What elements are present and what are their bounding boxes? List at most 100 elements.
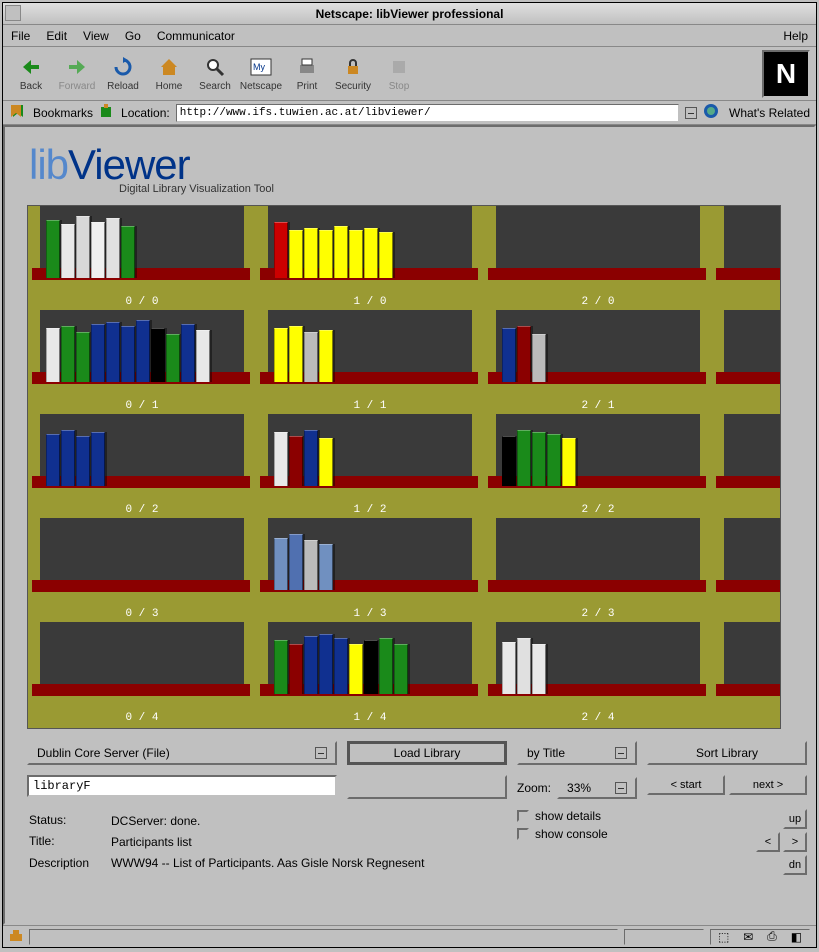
- book[interactable]: [289, 534, 303, 590]
- book[interactable]: [151, 328, 165, 382]
- book[interactable]: [274, 222, 288, 278]
- menu-view[interactable]: View: [83, 29, 109, 43]
- shelf-cell[interactable]: 1 / 4: [256, 622, 484, 726]
- book[interactable]: [46, 220, 60, 278]
- book[interactable]: [61, 224, 75, 278]
- book[interactable]: [364, 228, 378, 278]
- netscape-logo[interactable]: N: [762, 50, 810, 98]
- window-menu-icon[interactable]: [5, 5, 21, 21]
- book[interactable]: [532, 644, 546, 694]
- stop-button[interactable]: Stop: [377, 50, 421, 98]
- whats-related-button[interactable]: What's Related: [729, 106, 810, 120]
- book[interactable]: [106, 218, 120, 278]
- book[interactable]: [289, 230, 303, 278]
- server-select[interactable]: Dublin Core Server (File): [27, 741, 337, 765]
- book[interactable]: [304, 430, 318, 486]
- shelf-cell[interactable]: 2 / 3: [484, 518, 712, 622]
- book[interactable]: [562, 438, 576, 486]
- book[interactable]: [274, 538, 288, 590]
- shelf-viewport[interactable]: 0 / 01 / 02 / 00 / 11 / 12 / 10 / 21 / 2…: [27, 205, 781, 729]
- show-console-checkbox[interactable]: [517, 828, 529, 840]
- shelf-cell[interactable]: 2 / 2: [484, 414, 712, 518]
- book[interactable]: [304, 228, 318, 278]
- book[interactable]: [334, 226, 348, 278]
- shelf-cell[interactable]: 2 / 4: [484, 622, 712, 726]
- book[interactable]: [304, 332, 318, 382]
- menu-communicator[interactable]: Communicator: [157, 29, 235, 43]
- book[interactable]: [394, 644, 408, 694]
- bookmarks-label[interactable]: Bookmarks: [33, 106, 93, 120]
- book[interactable]: [274, 432, 288, 486]
- component-bar[interactable]: ⬚✉⎙◧: [710, 929, 810, 945]
- book[interactable]: [91, 432, 105, 486]
- book[interactable]: [304, 636, 318, 694]
- shelf-cell[interactable]: [712, 310, 781, 414]
- shelf-cell[interactable]: [712, 518, 781, 622]
- menu-go[interactable]: Go: [125, 29, 141, 43]
- book[interactable]: [106, 322, 120, 382]
- forward-button[interactable]: Forward: [55, 50, 99, 98]
- book[interactable]: [61, 326, 75, 382]
- next-button[interactable]: next >: [729, 775, 807, 795]
- book[interactable]: [274, 640, 288, 694]
- shelf-cell[interactable]: 1 / 2: [256, 414, 484, 518]
- shelf-cell[interactable]: 1 / 0: [256, 206, 484, 310]
- url-dropdown-icon[interactable]: [685, 107, 697, 119]
- bookmark-icon[interactable]: [9, 103, 27, 122]
- nav-down-button[interactable]: dn: [783, 855, 807, 875]
- load-library-button[interactable]: Load Library: [347, 741, 507, 765]
- back-button[interactable]: Back: [9, 50, 53, 98]
- book[interactable]: [91, 324, 105, 382]
- book[interactable]: [379, 232, 393, 278]
- start-button[interactable]: < start: [647, 775, 725, 795]
- zoom-select[interactable]: 33%: [557, 777, 637, 799]
- book[interactable]: [379, 638, 393, 694]
- comp-icon-4[interactable]: ◧: [791, 930, 802, 944]
- sort-by-select[interactable]: by Title: [517, 741, 637, 765]
- library-filename-input[interactable]: libraryF: [27, 775, 337, 797]
- shelf-cell[interactable]: 1 / 3: [256, 518, 484, 622]
- shelf-cell[interactable]: 0 / 0: [28, 206, 256, 310]
- statusbar-icon[interactable]: [9, 928, 23, 945]
- shelf-cell[interactable]: 1 / 1: [256, 310, 484, 414]
- book[interactable]: [76, 436, 90, 486]
- print-button[interactable]: Print: [285, 50, 329, 98]
- book[interactable]: [532, 334, 546, 382]
- book[interactable]: [364, 640, 378, 694]
- book[interactable]: [121, 326, 135, 382]
- url-input[interactable]: [176, 104, 679, 122]
- book[interactable]: [532, 432, 546, 486]
- book[interactable]: [517, 638, 531, 694]
- shelf-cell[interactable]: 2 / 1: [484, 310, 712, 414]
- book[interactable]: [181, 324, 195, 382]
- home-button[interactable]: Home: [147, 50, 191, 98]
- shelf-cell[interactable]: 0 / 2: [28, 414, 256, 518]
- security-button[interactable]: Security: [331, 50, 375, 98]
- book[interactable]: [349, 644, 363, 694]
- shelf-cell[interactable]: [712, 206, 781, 310]
- book[interactable]: [166, 334, 180, 382]
- related-icon[interactable]: [703, 103, 723, 122]
- shelf-cell[interactable]: [712, 622, 781, 726]
- shelf-cell[interactable]: 0 / 4: [28, 622, 256, 726]
- book[interactable]: [304, 540, 318, 590]
- book[interactable]: [76, 216, 90, 278]
- book[interactable]: [502, 436, 516, 486]
- book[interactable]: [517, 430, 531, 486]
- book[interactable]: [502, 642, 516, 694]
- book[interactable]: [334, 638, 348, 694]
- book[interactable]: [46, 328, 60, 382]
- nav-up-button[interactable]: up: [783, 809, 807, 829]
- reload-button[interactable]: Reload: [101, 50, 145, 98]
- book[interactable]: [46, 434, 60, 486]
- book[interactable]: [121, 226, 135, 278]
- titlebar[interactable]: Netscape: libViewer professional: [3, 3, 816, 25]
- blank-button[interactable]: [347, 775, 507, 799]
- menu-help[interactable]: Help: [783, 29, 808, 43]
- search-button[interactable]: Search: [193, 50, 237, 98]
- book[interactable]: [289, 436, 303, 486]
- book[interactable]: [319, 634, 333, 694]
- book[interactable]: [289, 326, 303, 382]
- shelf-cell[interactable]: [712, 414, 781, 518]
- book[interactable]: [274, 328, 288, 382]
